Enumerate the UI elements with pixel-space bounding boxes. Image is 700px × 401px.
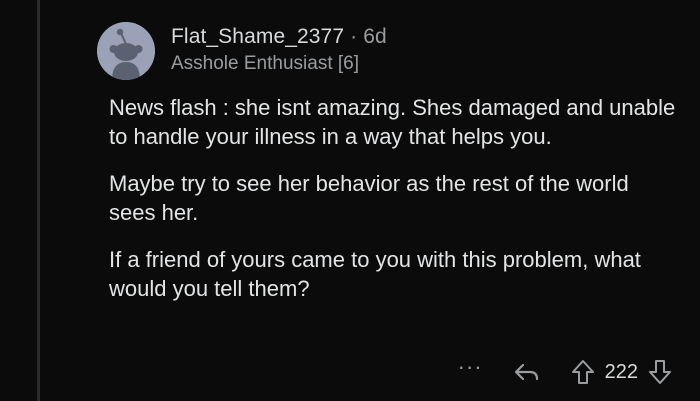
snoo-avatar-icon xyxy=(97,22,155,80)
reply-arrow-icon xyxy=(514,363,538,381)
comment-actions: ··· 222 xyxy=(458,356,672,388)
comment-paragraph: News flash : she isnt amazing. Shes dama… xyxy=(109,95,676,149)
comment-paragraph: Maybe try to see her behavior as the res… xyxy=(109,171,629,225)
meta-separator: · xyxy=(350,25,358,48)
comment-age: 6d xyxy=(363,25,387,48)
downvote-button[interactable] xyxy=(648,359,672,385)
comment-paragraph: If a friend of yours came to you with th… xyxy=(109,247,641,301)
upvote-button[interactable] xyxy=(571,359,595,385)
comment-body: News flash : she isnt amazing. Shes dama… xyxy=(109,93,679,321)
user-flair: Asshole Enthusiast [6] xyxy=(171,53,359,74)
downvote-arrow-icon xyxy=(649,360,671,384)
comment: Flat_Shame_2377 · 6d Asshole Enthusiast [6… xyxy=(0,0,700,401)
reply-button[interactable] xyxy=(513,360,541,384)
vote-score: 222 xyxy=(604,360,638,383)
upvote-arrow-icon xyxy=(571,360,594,384)
comment-meta: Flat_Shame_2377 · 6d xyxy=(171,25,387,49)
avatar[interactable] xyxy=(97,22,155,80)
username-link[interactable]: Flat_Shame_2377 xyxy=(171,25,344,48)
more-options-button[interactable]: ··· xyxy=(458,356,483,382)
